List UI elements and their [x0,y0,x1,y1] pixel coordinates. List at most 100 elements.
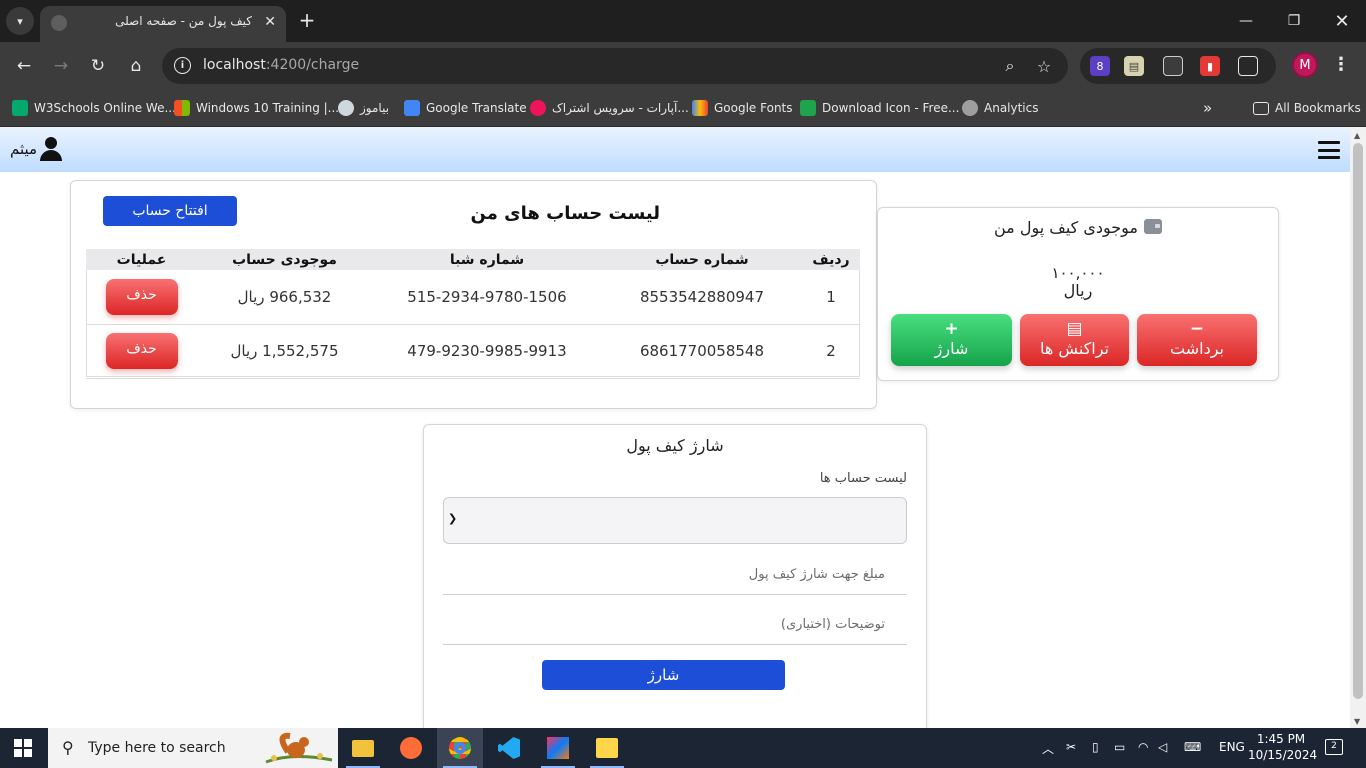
wallet-amount: ۱۰۰,۰۰۰ [1051,264,1105,282]
minimize-button[interactable]: — [1222,0,1270,42]
profile-avatar[interactable]: M [1292,52,1318,78]
extension-shield-icon[interactable] [1163,56,1183,76]
taskbar-search[interactable]: ⚲ Type here to search [48,728,338,768]
wallet-icon [1144,219,1162,234]
all-bookmarks[interactable]: All Bookmarks [1253,98,1361,118]
close-window-button[interactable]: ✕ [1318,0,1366,42]
vscode-icon[interactable] [486,728,532,768]
extension-pdf-icon[interactable]: ▮ [1200,56,1220,76]
close-tab-icon[interactable]: ✕ [264,14,276,30]
url-text[interactable]: localhost:4200/charge [203,57,359,73]
tray-keyboard-icon[interactable]: ⌨ [1184,740,1201,754]
notification-center-icon[interactable]: 2 [1325,739,1343,755]
app-header: میثم [0,127,1350,172]
accounts-title: لیست حساب های من [470,203,661,224]
column-header: شماره حساب [602,249,802,270]
account-balance: 1,552,575 ریال [197,324,372,379]
bookmark-star-icon[interactable]: ☆ [1034,56,1054,76]
bookmark-item[interactable]: Google Fonts [692,98,793,118]
tray-volume-icon[interactable]: ◁ [1158,740,1167,754]
delete-button[interactable]: حذف [105,278,178,315]
column-header: شماره شبا [372,249,602,270]
bookmark-item[interactable]: بیاموز [338,98,389,118]
new-tab-button[interactable]: + [296,10,318,32]
bookmark-item[interactable]: Analytics [962,98,1039,118]
squirrel-illustration-icon [265,732,333,764]
row-index: 2 [802,324,860,379]
intellij-icon[interactable] [535,728,581,768]
browser-tab-bar: ▾ کیف پول من - صفحه اصلی ✕ + — ❐ ✕ [0,0,1366,42]
page-scrollbar[interactable]: ▲ ▼ [1350,127,1366,728]
extensions-puzzle-icon[interactable] [1238,56,1258,76]
bookmark-item[interactable]: Google Translate [404,98,527,118]
aparat-icon [530,100,546,116]
charge-wallet-button[interactable]: + شارژ [891,314,1012,366]
table-row: 2 6861770058548 479-9230-9985-9913 1,552… [86,324,860,379]
scroll-down-icon[interactable]: ▼ [1354,717,1360,726]
wallet-currency: ریال [1063,281,1093,300]
chevron-down-icon: ❯ [448,512,458,525]
snipping-tool-icon[interactable] [584,728,630,768]
chrome-icon[interactable] [437,728,483,768]
scroll-thumb[interactable] [1353,143,1363,699]
taskbar-clock[interactable]: 1:45 PM 10/15/2024 [1248,731,1318,763]
home-button[interactable]: ⌂ [124,54,148,78]
bookmarks-bar: W3Schools Online We... Windows 10 Traini… [0,90,1366,127]
tray-usb-icon[interactable]: ▯ [1092,740,1099,754]
charge-amount-input[interactable] [443,555,907,595]
open-account-button[interactable]: افتتاح حساب [103,196,237,226]
bookmark-item[interactable]: آپارات - سرویس اشتراک... [530,98,689,118]
page-viewport: میثم لیست حساب های من افتتاح حساب ردیف ش… [0,127,1350,728]
postman-icon[interactable] [388,728,434,768]
tray-language[interactable]: ENG [1219,740,1245,754]
bookmark-item[interactable]: W3Schools Online We... [12,98,176,118]
windows-start-icon[interactable] [14,739,32,757]
address-bar[interactable]: i localhost:4200/charge ⌕ ☆ [162,48,1068,84]
tray-battery-icon[interactable]: ▭ [1114,740,1125,754]
search-icon: ⚲ [62,738,74,757]
description-input[interactable] [443,605,907,645]
back-button[interactable]: ← [12,54,36,78]
extension-note-icon[interactable]: ▤ [1124,56,1144,76]
tray-wifi-icon[interactable]: ◠ [1138,740,1148,754]
sheba-number: 479-9230-9985-9913 [372,324,602,379]
taskbar-search-text: Type here to search [88,740,226,756]
account-select[interactable]: ❯ [443,497,907,544]
browser-tab-active[interactable]: کیف پول من - صفحه اصلی ✕ [40,6,286,42]
more-bookmarks-icon[interactable]: » [1203,98,1212,118]
table-header-row: ردیف شماره حساب شماره شبا موجودی حساب عم… [86,249,860,270]
minus-icon: − [1189,319,1205,339]
bookmark-item[interactable]: Download Icon - Free... [800,98,959,118]
zoom-icon[interactable]: ⌕ [1000,56,1020,76]
folder-icon [1253,101,1269,115]
receipt-icon: ▤ [1066,319,1083,339]
transactions-button[interactable]: ▤ تراکنش ها [1020,314,1129,366]
browser-toolbar: ← → ↻ ⌂ i localhost:4200/charge ⌕ ☆ 8 ▤ … [0,42,1366,90]
scroll-up-icon[interactable]: ▲ [1354,131,1360,140]
tab-search-button[interactable]: ▾ [6,7,34,35]
account-number: 6861770058548 [602,324,802,379]
plus-icon: + [944,319,959,339]
tray-chevron-up-icon[interactable]: ︿ [1042,740,1054,757]
restore-button[interactable]: ❐ [1270,0,1318,42]
charge-submit-button[interactable]: شارژ [542,660,785,690]
forward-button[interactable]: → [49,54,73,78]
file-explorer-icon[interactable] [340,728,386,768]
tray-network-off-icon[interactable]: ✂ [1066,740,1076,754]
row-index: 1 [802,270,860,325]
column-header: موجودی حساب [197,249,372,270]
account-balance: 966,532 ریال [197,270,372,325]
extension-hexagon-icon[interactable]: 8 [1090,56,1110,76]
withdraw-button[interactable]: − برداشت [1137,314,1257,366]
browser-menu-icon[interactable]: ⋮ [1332,54,1350,75]
user-menu[interactable]: میثم [10,137,63,161]
clock-date: 10/15/2024 [1248,748,1318,762]
hamburger-menu-icon[interactable] [1318,141,1340,159]
windows-icon [174,100,190,116]
delete-button[interactable]: حذف [105,333,178,369]
charge-label: شارژ [934,339,969,358]
bookmark-item[interactable]: Windows 10 Training |... [174,98,339,118]
user-name: میثم [10,140,38,158]
reload-button[interactable]: ↻ [86,54,110,78]
site-info-icon[interactable]: i [174,57,191,74]
